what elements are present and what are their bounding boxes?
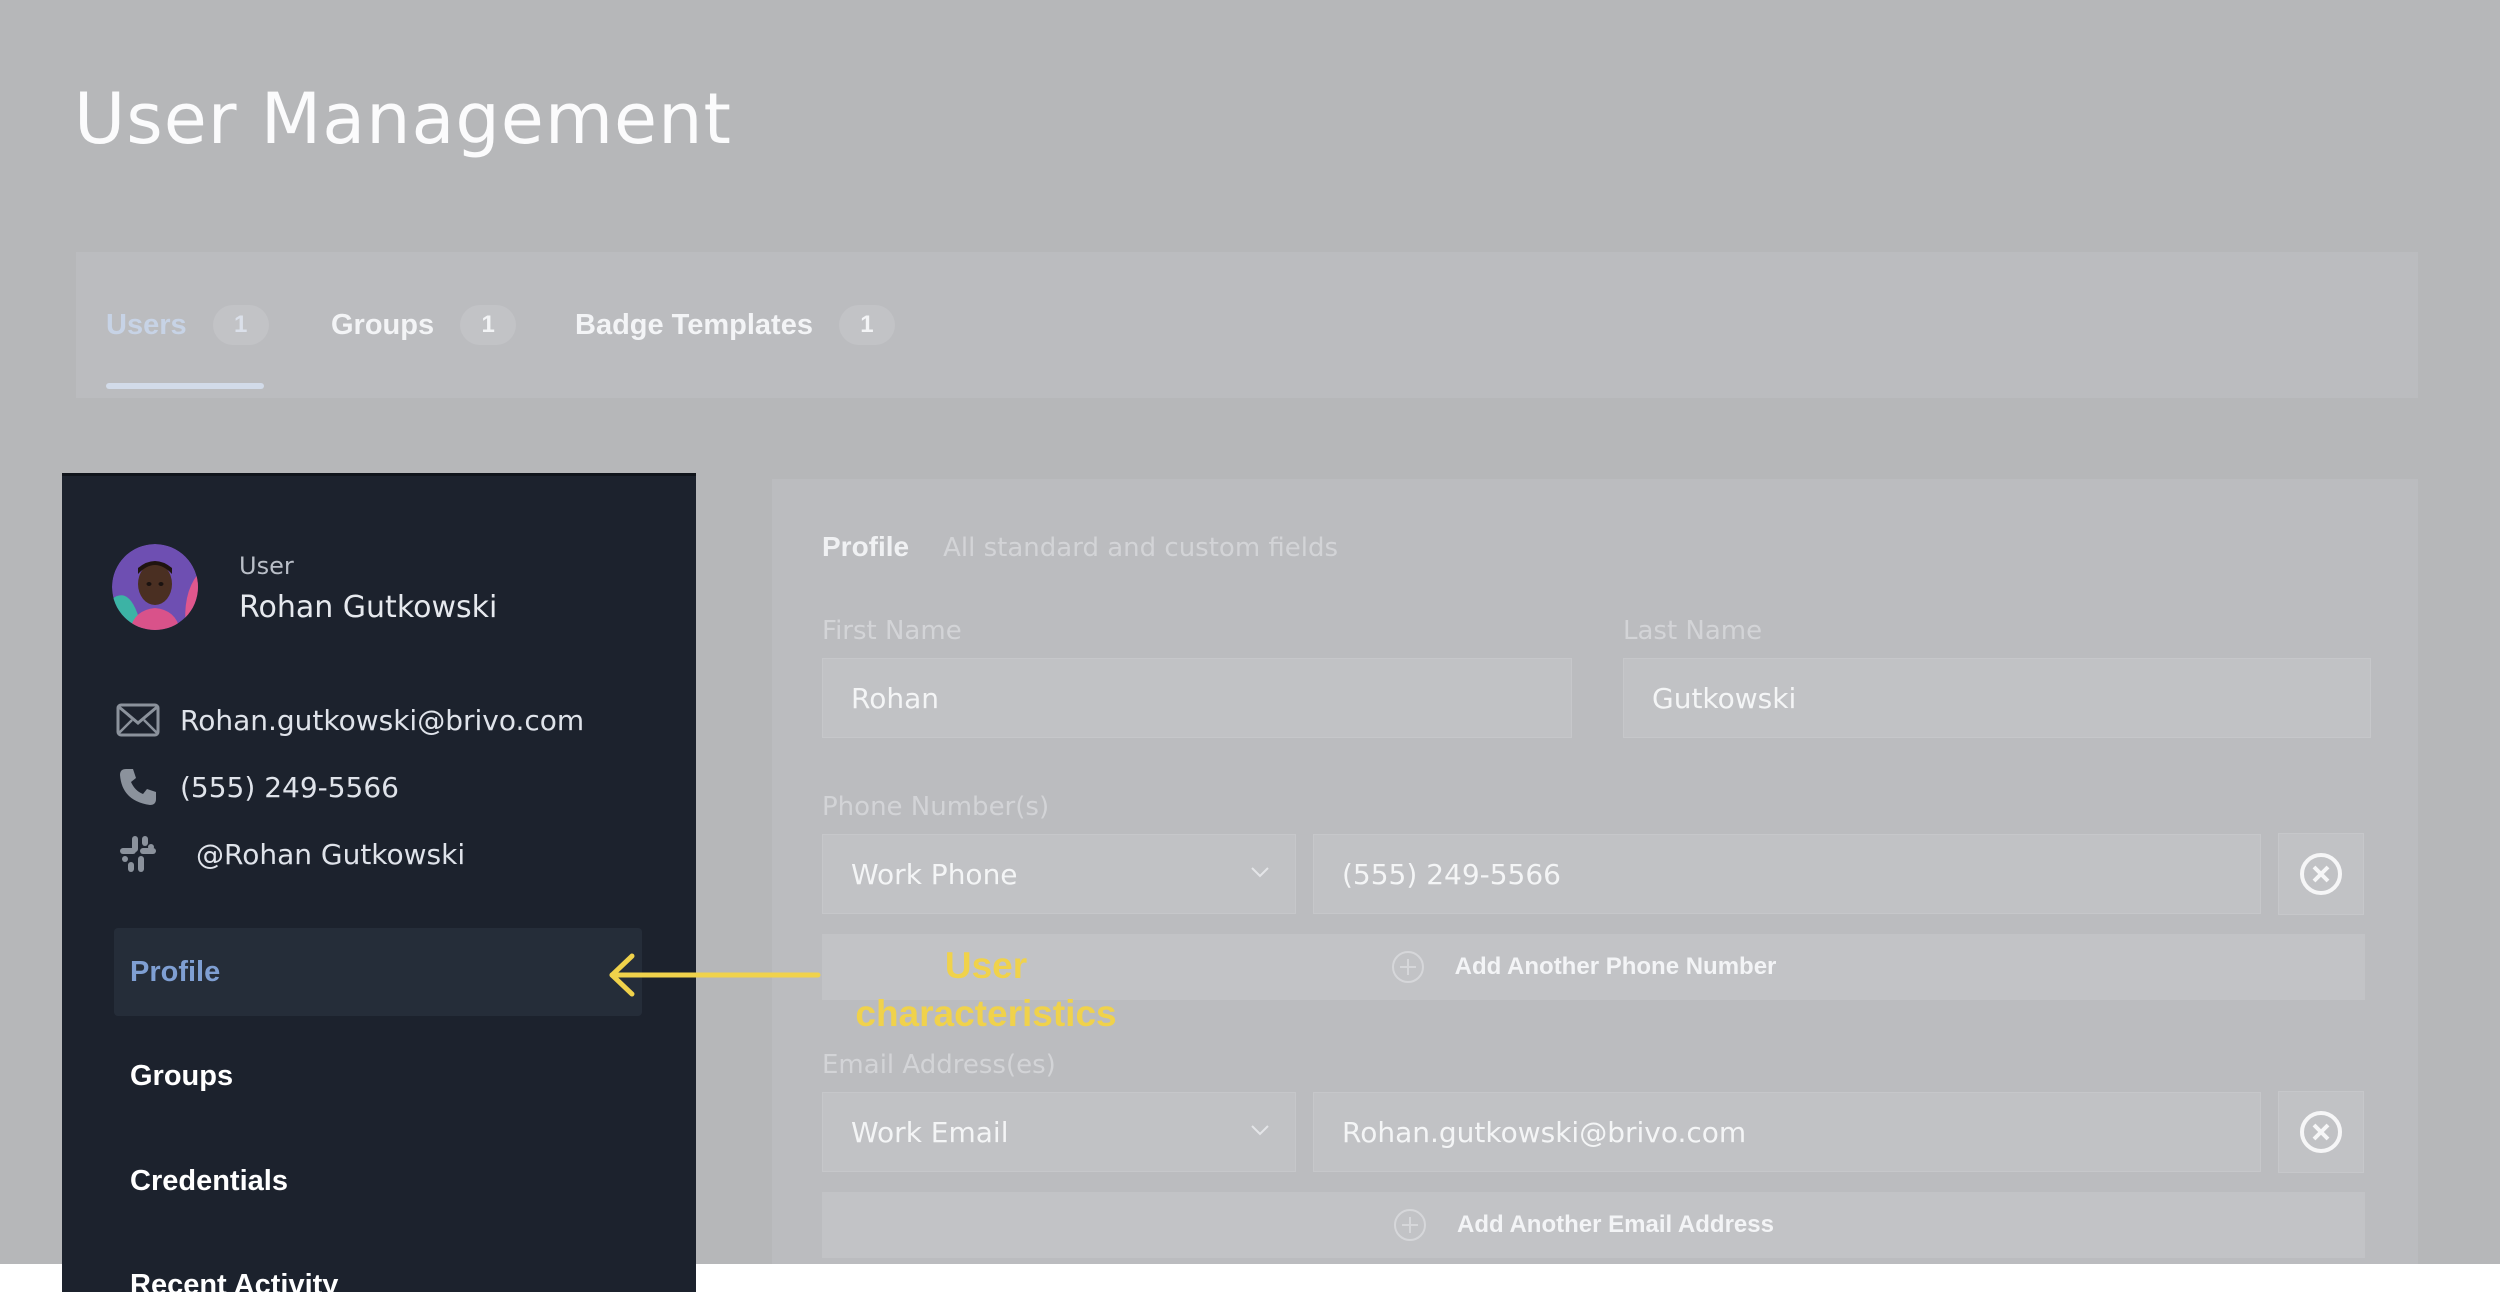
last-name-label: Last Name <box>1623 616 1762 646</box>
sidebar-item-label: Profile <box>130 956 220 989</box>
remove-email-button[interactable] <box>2278 1091 2364 1173</box>
profile-section-header: Profile All standard and custom fields <box>822 531 1338 563</box>
email-address-field[interactable]: Rohan.gutkowski@brivo.com <box>1313 1092 2261 1172</box>
tab-bar: Users 1 Groups 1 Badge Templates 1 <box>76 252 2418 398</box>
email-type-value: Work Email <box>851 1116 1009 1149</box>
chevron-down-icon <box>1249 861 1271 883</box>
annotation-callout: User characteristics <box>826 942 1146 1038</box>
first-name-label: First Name <box>822 616 962 646</box>
user-role: User <box>239 552 294 580</box>
email-type-select[interactable]: Work Email <box>822 1092 1296 1172</box>
contact-email: Rohan.gutkowski@brivo.com <box>116 698 584 742</box>
tab-users[interactable]: Users 1 <box>106 252 269 398</box>
user-email: Rohan.gutkowski@brivo.com <box>180 704 584 737</box>
close-circle-icon <box>2299 1110 2343 1154</box>
tab-groups-label: Groups <box>331 309 434 342</box>
tab-badge-templates-label: Badge Templates <box>575 309 813 342</box>
profile-section-title: Profile <box>822 531 909 563</box>
tab-badge-templates-count: 1 <box>839 305 895 345</box>
sidebar-item-groups[interactable]: Groups <box>114 1032 642 1120</box>
contact-slack: @Rohan Gutkowski <box>116 832 465 876</box>
annotation-line-2: characteristics <box>826 990 1146 1038</box>
active-tab-indicator <box>106 383 264 389</box>
add-email-label: Add Another Email Address <box>1457 1211 1774 1239</box>
user-sidebar: User Rohan Gutkowski Rohan.gutkowski@bri… <box>62 473 696 1292</box>
plus-circle-icon <box>1393 1208 1427 1242</box>
phone-icon <box>116 765 160 809</box>
user-phone: (555) 249-5566 <box>180 771 399 804</box>
phone-numbers-label: Phone Number(s) <box>822 792 1049 822</box>
plus-circle-icon <box>1391 950 1425 984</box>
page-title: User Management <box>74 78 732 160</box>
slack-icon <box>116 832 160 876</box>
sidebar-item-label: Credentials <box>130 1165 288 1198</box>
user-name: Rohan Gutkowski <box>239 590 497 625</box>
phone-type-select[interactable]: Work Phone <box>822 834 1296 914</box>
sidebar-item-profile[interactable]: Profile <box>114 928 642 1016</box>
tab-groups[interactable]: Groups 1 <box>331 252 516 398</box>
sidebar-item-credentials[interactable]: Credentials <box>114 1137 642 1225</box>
phone-number-field[interactable]: (555) 249-5566 <box>1313 834 2261 914</box>
contact-phone: (555) 249-5566 <box>116 765 399 809</box>
tab-groups-count: 1 <box>460 305 516 345</box>
remove-phone-button[interactable] <box>2278 833 2364 915</box>
first-name-field[interactable]: Rohan <box>822 658 1572 738</box>
annotation-arrow-icon <box>600 950 830 1000</box>
profile-section-subtitle: All standard and custom fields <box>943 533 1338 563</box>
avatar <box>112 544 198 630</box>
user-slack-handle: @Rohan Gutkowski <box>196 838 465 871</box>
mail-icon <box>116 698 160 742</box>
last-name-field[interactable]: Gutkowski <box>1623 658 2371 738</box>
tab-users-count: 1 <box>213 305 269 345</box>
sidebar-item-label: Recent Activity <box>130 1269 338 1292</box>
chevron-down-icon <box>1249 1119 1271 1141</box>
sidebar-item-label: Groups <box>130 1060 233 1093</box>
email-addresses-label: Email Address(es) <box>822 1050 1056 1080</box>
add-email-button[interactable]: Add Another Email Address <box>822 1192 2365 1258</box>
sidebar-item-recent-activity[interactable]: Recent Activity <box>114 1241 642 1292</box>
close-circle-icon <box>2299 852 2343 896</box>
add-phone-label: Add Another Phone Number <box>1455 953 1777 981</box>
tab-badge-templates[interactable]: Badge Templates 1 <box>575 252 895 398</box>
phone-type-value: Work Phone <box>851 858 1018 891</box>
tab-users-label: Users <box>106 309 187 342</box>
profile-panel: Profile All standard and custom fields F… <box>772 479 2418 1264</box>
annotation-line-1: User <box>826 942 1146 990</box>
